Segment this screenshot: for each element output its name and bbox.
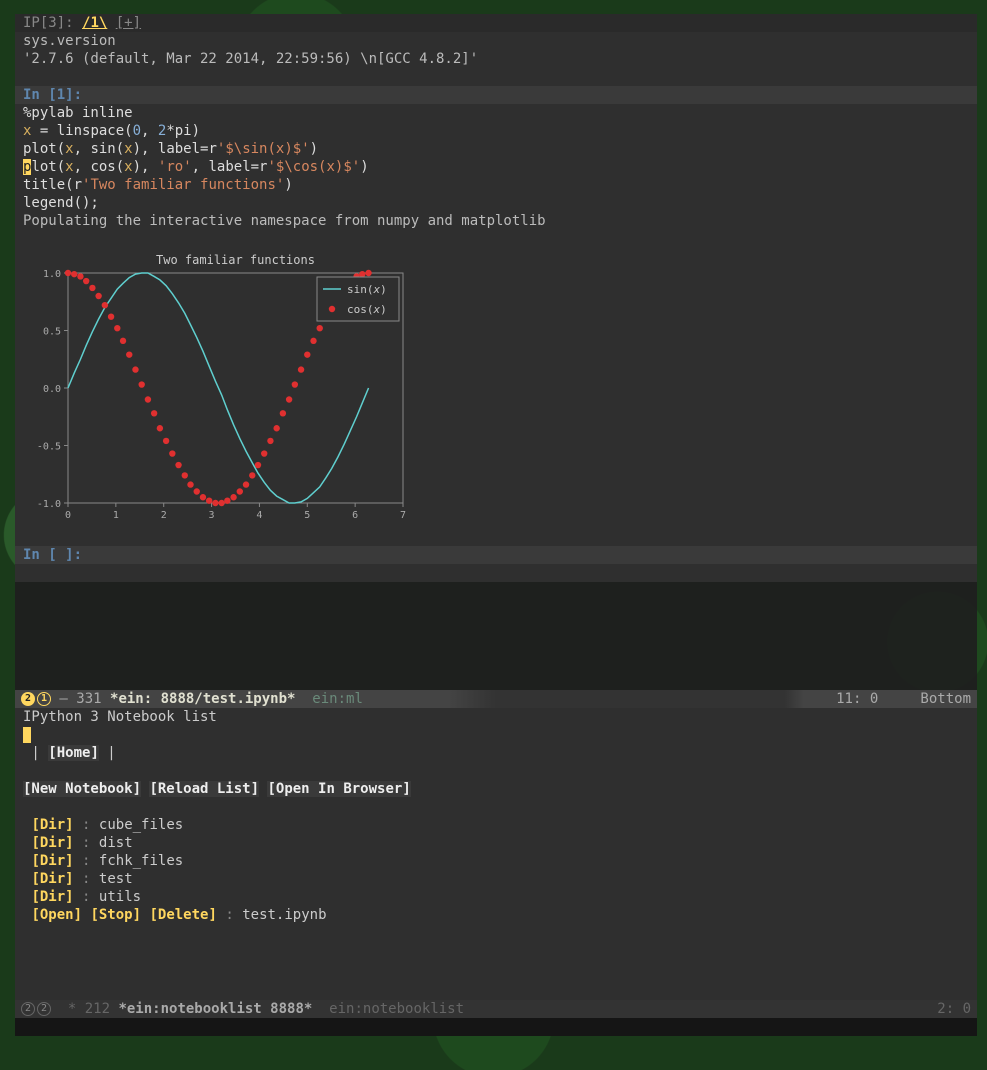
svg-text:6: 6 (352, 510, 358, 521)
new-notebook-button[interactable]: [New Notebook] (23, 781, 141, 797)
svg-text:cos(x): cos(x) (347, 303, 387, 316)
cell-prompt[interactable]: In [ ]: (15, 546, 977, 564)
cell-prompt[interactable]: In [1]: (15, 86, 977, 104)
blank-line[interactable] (15, 564, 977, 582)
list-item: [Dir] : dist (15, 834, 977, 852)
lower-buffer[interactable]: IPython 3 Notebook list | [Home] | [New … (15, 708, 977, 1000)
code-line[interactable]: sys.version (15, 32, 977, 50)
list-item: [Dir] : cube_files (15, 816, 977, 834)
code-line[interactable]: legend(); (15, 194, 977, 212)
list-item: [Dir] : fchk_files (15, 852, 977, 870)
major-mode: ein:notebooklist (312, 1000, 464, 1018)
blank-line (15, 230, 977, 248)
svg-text:-0.5: -0.5 (37, 442, 61, 453)
cursor-position: 11: 0 (836, 690, 878, 708)
blank-line (15, 528, 977, 546)
nb-list-title: IPython 3 Notebook list (15, 708, 977, 726)
dir-link[interactable]: [Dir] (31, 871, 73, 887)
dir-name: utils (99, 889, 141, 905)
cursor (23, 727, 31, 743)
cursor-line[interactable] (15, 726, 977, 744)
tab-prefix: IP[3]: (23, 15, 82, 31)
cursor-position: 2: 0 (937, 1000, 971, 1018)
delete-nb-button[interactable]: [Delete] (149, 907, 216, 923)
svg-text:0.0: 0.0 (43, 384, 61, 395)
nb-filename: test.ipynb (242, 907, 326, 923)
svg-text:2: 2 (161, 510, 167, 521)
list-item: [Open] [Stop] [Delete] : test.ipynb (15, 906, 977, 924)
major-mode: ein:ml (295, 690, 362, 708)
code-line[interactable]: plot(x, sin(x), label=r'$\sin(x)$') (15, 140, 977, 158)
svg-text:4: 4 (256, 510, 262, 521)
breadcrumb: | [Home] | (15, 744, 977, 762)
nb-actions: [New Notebook] [Reload List] [Open In Br… (15, 780, 977, 798)
svg-text:sin(x): sin(x) (347, 283, 387, 296)
dir-name: cube_files (99, 817, 183, 833)
svg-text:Two familiar functions: Two familiar functions (156, 253, 315, 267)
dir-name: test (99, 871, 133, 887)
home-link[interactable]: [Home] (48, 745, 99, 761)
blank-line (15, 68, 977, 86)
dir-link[interactable]: [Dir] (31, 889, 73, 905)
svg-text:-1.0: -1.0 (37, 499, 61, 510)
reload-list-button[interactable]: [Reload List] (149, 781, 259, 797)
svg-text:5: 5 (304, 510, 310, 521)
output-line: Populating the interactive namespace fro… (15, 212, 977, 230)
blank-line (15, 798, 977, 816)
open-nb-button[interactable]: [Open] (31, 907, 82, 923)
window-indicator-icon: 2 (21, 692, 35, 706)
blank-line (15, 762, 977, 780)
buffer-name: *ein: 8888/test.ipynb* (110, 690, 295, 708)
svg-text:0.5: 0.5 (43, 327, 61, 338)
window-indicator-icon: 1 (37, 692, 51, 706)
svg-text:7: 7 (400, 510, 406, 521)
dir-link[interactable]: [Dir] (31, 835, 73, 851)
new-tab-button[interactable]: [+] (116, 15, 141, 31)
open-in-browser-button[interactable]: [Open In Browser] (267, 781, 410, 797)
modeline-upper: 2 1 — 331 *ein: 8888/test.ipynb* ein:ml … (15, 690, 977, 708)
code-line[interactable]: %pylab inline (15, 104, 977, 122)
plot-output: Two familiar functions -1.0 -0.5 0.0 0.5 1.0 0… (23, 248, 413, 528)
window-indicator-icon: 2 (37, 1002, 51, 1016)
active-tab[interactable]: /1\ (82, 15, 107, 31)
dir-name: fchk_files (99, 853, 183, 869)
dir-name: dist (99, 835, 133, 851)
tab-line: IP[3]: /1\ [+] (15, 14, 977, 32)
minibuffer[interactable] (15, 1018, 977, 1036)
stop-nb-button[interactable]: [Stop] (90, 907, 141, 923)
code-line[interactable]: x = linspace(0, 2*pi) (15, 122, 977, 140)
buffer-name: *ein:notebooklist 8888* (118, 1000, 312, 1018)
scroll-position: Bottom (920, 690, 971, 708)
svg-text:1.0: 1.0 (43, 269, 61, 280)
code-line[interactable]: plot(x, cos(x), 'ro', label=r'$\cos(x)$'… (15, 158, 977, 176)
modeline-lower: 2 2 * 212 *ein:notebooklist 8888* ein:no… (15, 1000, 977, 1018)
svg-text:0: 0 (65, 510, 71, 521)
dir-link[interactable]: [Dir] (31, 853, 73, 869)
list-item: [Dir] : utils (15, 888, 977, 906)
svg-text:1: 1 (113, 510, 119, 521)
window-indicator-icon: 2 (21, 1002, 35, 1016)
upper-buffer[interactable]: IP[3]: /1\ [+] sys.version '2.7.6 (defau… (15, 14, 977, 690)
svg-text:3: 3 (209, 510, 215, 521)
dir-link[interactable]: [Dir] (31, 817, 73, 833)
list-item: [Dir] : test (15, 870, 977, 888)
code-line[interactable]: title(r'Two familiar functions') (15, 176, 977, 194)
output-line: '2.7.6 (default, Mar 22 2014, 22:59:56) … (15, 50, 977, 68)
